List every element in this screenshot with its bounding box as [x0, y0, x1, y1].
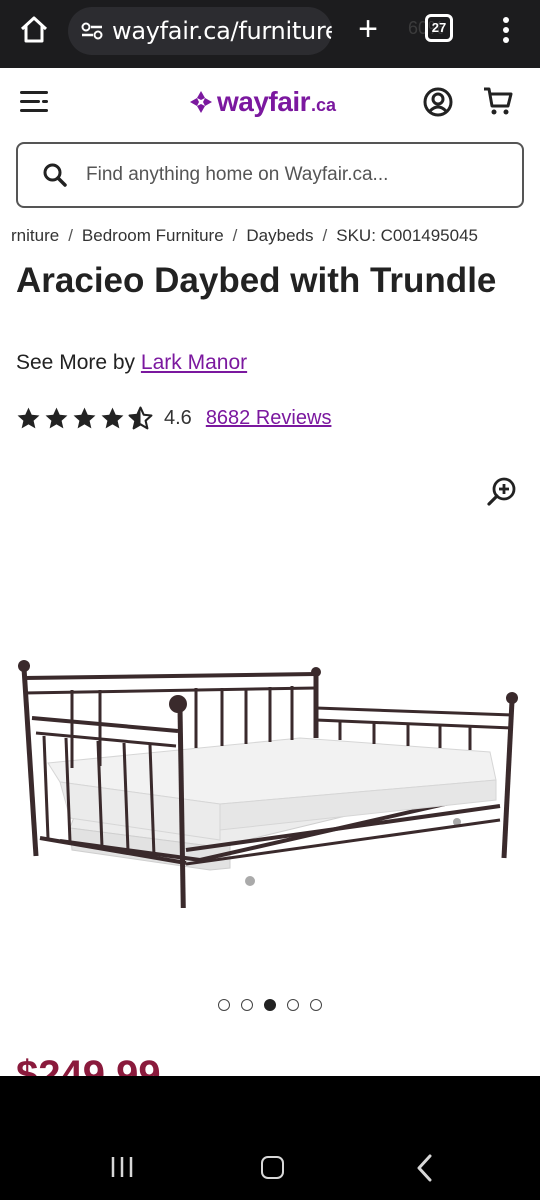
- site-header: wayfair .ca: [0, 68, 540, 134]
- carousel-dot[interactable]: [218, 999, 230, 1011]
- url-text: wayfair.ca/furniture: [112, 17, 332, 45]
- breadcrumb-separator: /: [68, 226, 73, 245]
- brand-link[interactable]: Lark Manor: [141, 351, 247, 374]
- reviews-link[interactable]: 8682 Reviews: [206, 407, 332, 430]
- carousel-dot[interactable]: [310, 999, 322, 1011]
- sku-text: SKU: C001495045: [336, 226, 479, 245]
- breadcrumb-item[interactable]: rniture: [11, 226, 59, 245]
- home-button-icon[interactable]: [261, 1156, 284, 1179]
- rating-score: 4.6: [164, 406, 192, 429]
- product-image[interactable]: [0, 568, 540, 908]
- carousel-dot-active[interactable]: [264, 999, 276, 1011]
- zoom-in-icon[interactable]: [486, 476, 518, 508]
- carousel-dot[interactable]: [287, 999, 299, 1011]
- system-nav-bar: [0, 1076, 540, 1200]
- star-half-icon: [128, 406, 153, 429]
- new-tab-icon[interactable]: +: [352, 12, 384, 46]
- cart-icon[interactable]: [482, 85, 514, 117]
- breadcrumb-item[interactable]: Bedroom Furniture: [82, 226, 224, 245]
- search-icon: [43, 163, 67, 187]
- site-settings-icon[interactable]: [80, 21, 104, 41]
- account-icon[interactable]: [422, 86, 454, 118]
- web-page: wayfair .ca Find anything home on Wayfai…: [0, 68, 540, 1076]
- product-price: $249.99: [16, 1053, 161, 1076]
- address-bar[interactable]: wayfair.ca/furniture: [68, 7, 332, 55]
- wayfair-logo[interactable]: wayfair .ca: [188, 86, 336, 118]
- more-menu-icon[interactable]: [496, 14, 516, 46]
- star-full-icon: [101, 407, 124, 428]
- home-icon[interactable]: [18, 14, 50, 46]
- star-rating: [16, 406, 156, 431]
- recents-icon[interactable]: [110, 1156, 134, 1178]
- search-field[interactable]: Find anything home on Wayfair.ca...: [16, 142, 524, 208]
- star-full-icon: [17, 407, 40, 428]
- see-more-line: See More by Lark Manor: [16, 351, 247, 375]
- logo-wordmark: wayfair: [217, 86, 311, 117]
- browser-toolbar: wayfair.ca/furniture + 60% 27: [0, 0, 540, 68]
- menu-icon[interactable]: [20, 90, 50, 114]
- back-icon[interactable]: [414, 1154, 436, 1182]
- breadcrumb-separator: /: [322, 226, 328, 245]
- logo-tld: .ca: [311, 94, 337, 115]
- see-more-prefix: See More by: [16, 351, 136, 374]
- rating-row[interactable]: 4.6 8682 Reviews: [16, 404, 331, 432]
- breadcrumb-item[interactable]: Daybeds: [246, 226, 313, 245]
- star-full-icon: [45, 407, 68, 428]
- carousel-dot[interactable]: [241, 999, 253, 1011]
- tab-switcher-icon[interactable]: 27: [425, 14, 453, 42]
- logo-pinwheel-icon: [190, 91, 212, 113]
- breadcrumb: rniture / Bedroom Furniture / Daybeds / SKU: C…: [0, 224, 540, 250]
- star-full-icon: [73, 407, 96, 428]
- search-placeholder: Find anything home on Wayfair.ca...: [86, 164, 389, 185]
- product-title: Aracieo Daybed with Trundle: [16, 261, 497, 300]
- breadcrumb-separator: /: [232, 226, 238, 245]
- image-carousel-dots[interactable]: [218, 999, 333, 1011]
